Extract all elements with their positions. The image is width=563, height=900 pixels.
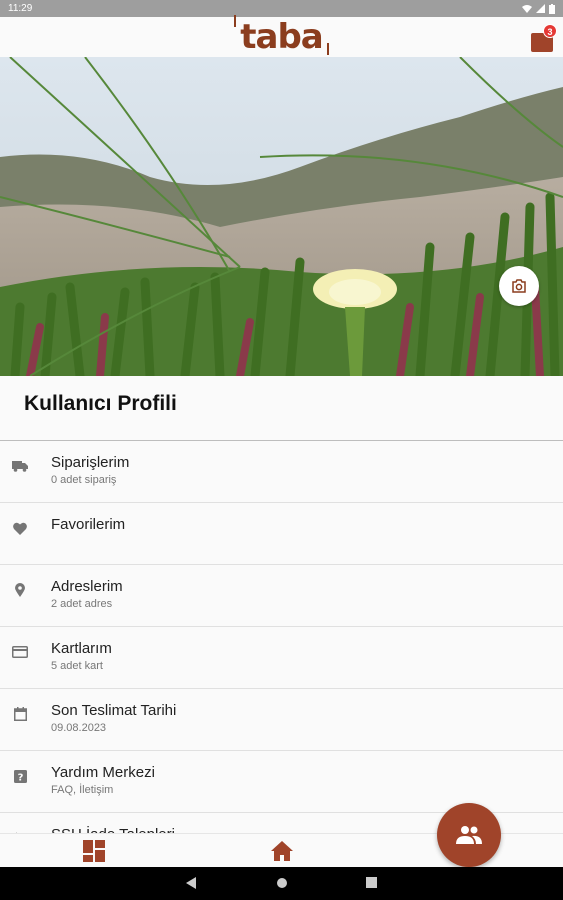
credit-card-icon xyxy=(12,644,28,660)
menu-item-title: Yardım Merkezi xyxy=(51,764,155,781)
menu-item-subtitle: FAQ, İletişim xyxy=(51,784,114,796)
cart-button[interactable]: 3 xyxy=(531,24,557,52)
heart-icon xyxy=(12,520,28,536)
taba-logo[interactable]: taba xyxy=(234,15,329,57)
dashboard-icon xyxy=(83,840,105,862)
recents-icon[interactable] xyxy=(366,877,377,888)
profile-cover-image xyxy=(0,57,563,376)
profile-fab-button[interactable] xyxy=(437,803,501,867)
menu-item-subtitle: 5 adet kart xyxy=(51,660,103,672)
menu-item-subtitle: 09.08.2023 xyxy=(51,722,107,734)
status-icons xyxy=(522,3,555,14)
menu-item-subtitle: 2 adet adres xyxy=(51,598,113,610)
truck-icon xyxy=(12,458,28,474)
wifi-icon xyxy=(522,5,532,13)
menu-item-orders[interactable]: Siparişlerim 0 adet sipariş xyxy=(0,441,563,503)
menu-item-title: Siparişlerim xyxy=(51,454,130,471)
people-icon xyxy=(456,826,482,844)
nav-dashboard-button[interactable] xyxy=(83,840,105,862)
menu-item-title: Kartlarım xyxy=(51,640,112,657)
cover-photo xyxy=(0,57,563,376)
location-pin-icon xyxy=(12,582,28,598)
status-time: 11:29 xyxy=(8,3,33,14)
app-bar: taba 3 xyxy=(0,15,563,57)
nav-home-button[interactable] xyxy=(270,840,294,862)
battery-icon xyxy=(549,3,555,14)
home-circle-icon[interactable] xyxy=(276,877,288,889)
change-cover-photo-button[interactable] xyxy=(499,266,539,306)
help-icon: ? xyxy=(12,768,28,784)
page-title: Kullanıcı Profili xyxy=(24,392,177,415)
cart-badge: 3 xyxy=(543,24,557,38)
signal-icon xyxy=(536,4,545,13)
status-bar: 11:29 xyxy=(0,0,563,17)
menu-item-subtitle: 0 adet sipariş xyxy=(51,474,117,486)
menu-item-favorites[interactable]: Favorilerim xyxy=(0,503,563,565)
svg-text:?: ? xyxy=(17,772,23,783)
menu-item-title: Son Teslimat Tarihi xyxy=(51,702,177,719)
menu-item-title: Adreslerim xyxy=(51,578,123,595)
menu-item-addresses[interactable]: Adreslerim 2 adet adres xyxy=(0,565,563,627)
system-navigation-bar xyxy=(0,867,563,900)
calendar-icon xyxy=(12,706,28,722)
menu-item-title: Favorilerim xyxy=(51,516,126,533)
camera-icon xyxy=(512,279,526,293)
back-icon[interactable] xyxy=(186,877,196,889)
menu-item-last-delivery-date[interactable]: Son Teslimat Tarihi 09.08.2023 xyxy=(0,689,563,751)
home-icon xyxy=(271,841,293,861)
logo-text: taba xyxy=(240,17,323,57)
menu-item-cards[interactable]: Kartlarım 5 adet kart xyxy=(0,627,563,689)
